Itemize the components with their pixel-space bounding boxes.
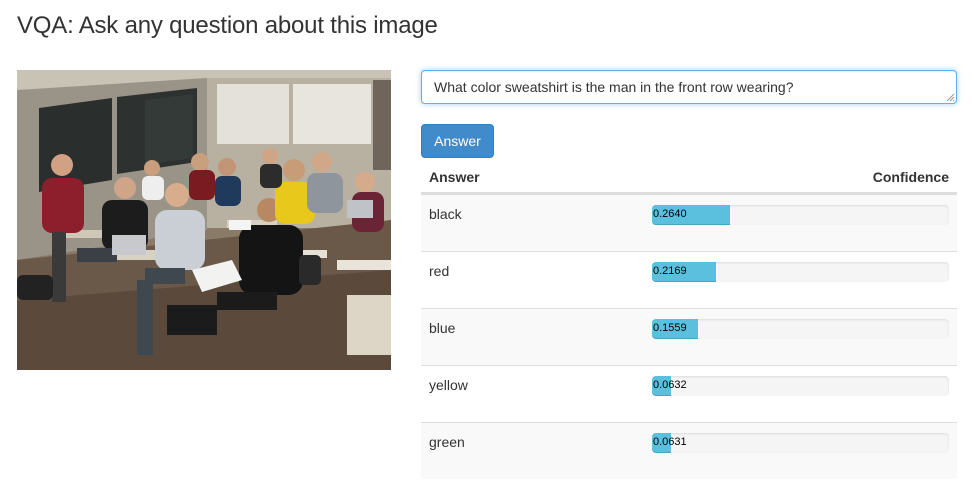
results-header: Answer Confidence: [421, 162, 957, 194]
answer-column-header: Answer: [429, 169, 480, 185]
confidence-progress-bar: 0.0632: [652, 376, 949, 396]
confidence-value: 0.2169: [653, 265, 687, 277]
answer-label: black: [429, 206, 462, 222]
confidence-column-header: Confidence: [872, 169, 949, 185]
answer-label: red: [429, 263, 450, 279]
confidence-progress-bar: 0.1559: [652, 319, 949, 339]
answer-label: blue: [429, 320, 456, 336]
confidence-progress-bar: 0.2640: [652, 205, 949, 225]
answer-label: yellow: [429, 377, 468, 393]
table-row: black 0.2640: [421, 194, 957, 251]
table-row: red 0.2169: [421, 251, 957, 308]
table-row: yellow 0.0632: [421, 365, 957, 422]
question-input[interactable]: [421, 70, 957, 104]
answer-label: green: [429, 434, 465, 450]
confidence-value: 0.0632: [653, 379, 687, 391]
table-row: green 0.0631: [421, 422, 957, 479]
classroom-photo: [17, 70, 391, 370]
results-rows: black 0.2640 red 0.2169 blue 0.1559 yellow 0.06…: [421, 194, 957, 479]
page-title: VQA: Ask any question about this image: [17, 12, 438, 39]
confidence-value: 0.1559: [653, 322, 687, 334]
confidence-value: 0.0631: [653, 436, 687, 448]
table-row: blue 0.1559: [421, 308, 957, 365]
confidence-value: 0.2640: [653, 208, 687, 220]
answer-button[interactable]: Answer: [421, 124, 494, 158]
results-table: Answer Confidence black 0.2640 red 0.2169 bl…: [421, 162, 957, 479]
confidence-progress-bar: 0.2169: [652, 262, 949, 282]
resize-grip-icon[interactable]: [945, 92, 955, 102]
confidence-progress-bar: 0.0631: [652, 433, 949, 453]
